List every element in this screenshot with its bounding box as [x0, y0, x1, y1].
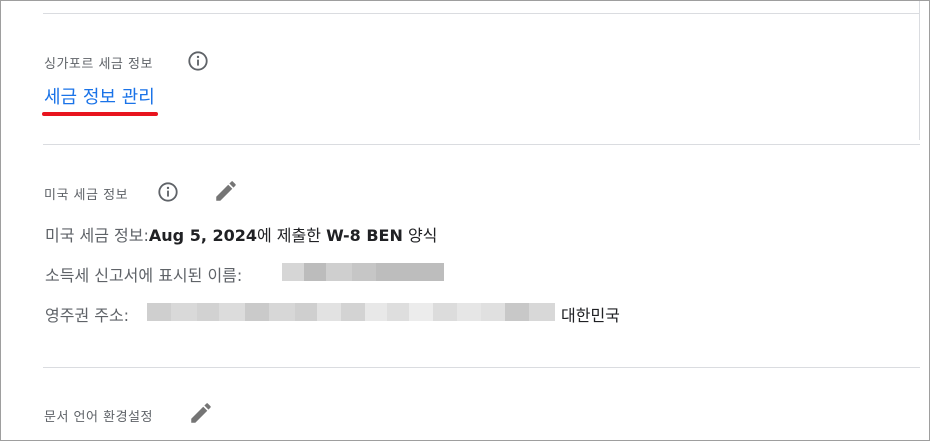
- panel-right-border: [919, 1, 920, 140]
- permanent-address-row: 영주권 주소:: [45, 302, 129, 326]
- permanent-address-label: 영주권 주소:: [45, 306, 130, 325]
- country-value: 대한민국: [561, 306, 620, 325]
- submission-date: Aug 5, 2024: [148, 226, 257, 245]
- us-tax-form-row: 미국 세금 정보:Aug 5, 2024에 제출한 W-8 BEN 양식: [45, 222, 437, 246]
- form-suffix: 양식: [402, 226, 438, 245]
- divider-1: [43, 144, 920, 145]
- annotation-underline: [42, 112, 158, 116]
- pencil-icon[interactable]: [213, 178, 239, 204]
- divider-top: [43, 13, 920, 14]
- us-tax-label: 미국 세금 정보: [44, 188, 129, 203]
- redacted-address: [147, 303, 555, 321]
- document-language-label: 문서 언어 환경설정: [44, 410, 153, 425]
- tax-return-name-row: 소득세 신고서에 표시된 이름:: [45, 262, 242, 286]
- submission-mid-text: 에 제출한: [257, 226, 327, 245]
- tax-return-name-label: 소득세 신고서에 표시된 이름:: [45, 266, 243, 285]
- info-icon[interactable]: [157, 181, 179, 203]
- form-name: W-8 BEN: [326, 226, 403, 245]
- tax-info-panel: 싱가포르 세금 정보 세금 정보 관리 미국 세금 정보 미국 세금 정보:Au…: [0, 0, 930, 441]
- pencil-icon[interactable]: [188, 400, 214, 426]
- manage-tax-info-link[interactable]: 세금 정보 관리: [44, 83, 155, 109]
- us-tax-form-label: 미국 세금 정보:: [45, 226, 149, 245]
- redacted-name: [282, 263, 444, 281]
- divider-2: [43, 367, 920, 368]
- singapore-tax-label: 싱가포르 세금 정보: [44, 57, 153, 72]
- info-icon[interactable]: [187, 50, 209, 72]
